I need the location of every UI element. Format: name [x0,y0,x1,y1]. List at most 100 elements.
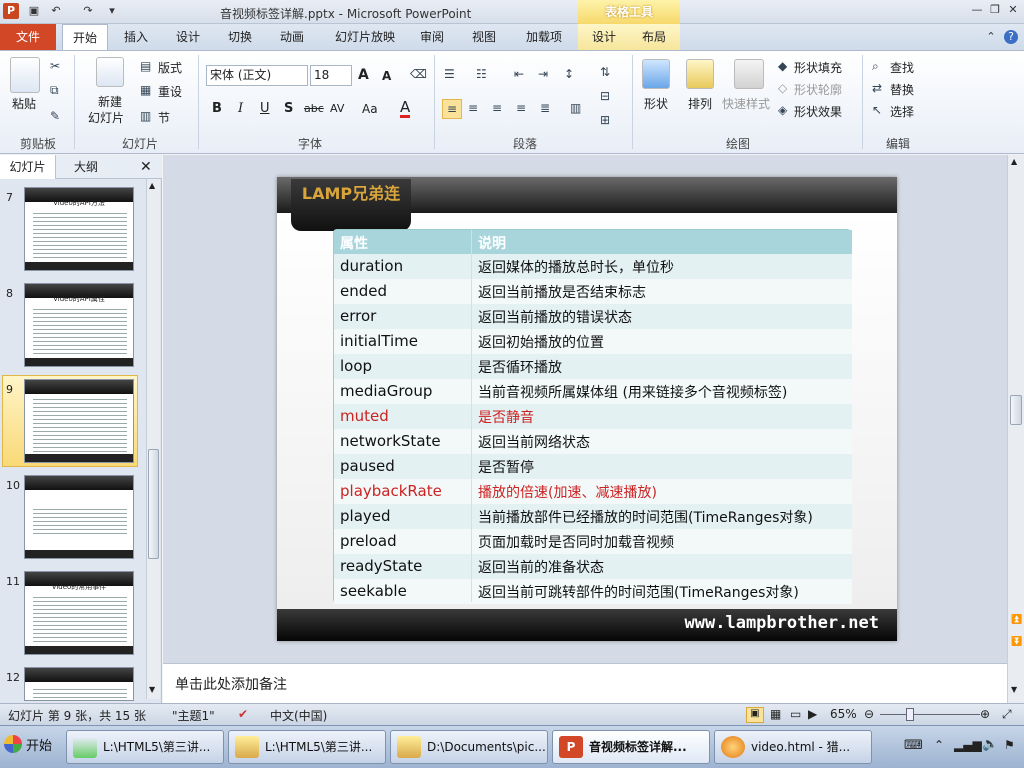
slide-thumbnail-11[interactable]: Video的常用事件 [24,571,134,655]
section-button[interactable]: 节 [158,109,170,126]
slide-thumbnail-9[interactable] [24,379,134,463]
zoom-slider[interactable] [880,714,980,715]
tab-addins[interactable]: 加载项 [518,24,570,50]
shape-fill-button[interactable]: 形状填充 [794,59,842,76]
table-row[interactable]: error 返回当前播放的错误状态 [334,304,852,329]
next-slide-icon[interactable]: ⏬ [1011,637,1022,647]
undo-icon[interactable]: ↶ [48,3,64,19]
tab-animations[interactable]: 动画 [272,24,312,50]
font-name-combo[interactable]: 宋体 (正文) [206,65,308,86]
text-direction-icon[interactable]: ⇅ [600,65,610,79]
powerpoint-app-icon[interactable]: P [3,3,19,19]
arrange-icon[interactable] [686,59,714,89]
network-icon[interactable]: ▂▄▆ [954,738,982,752]
align-right-icon[interactable]: ≡ [492,101,502,115]
previous-slide-icon[interactable]: ⏫ [1011,615,1022,625]
tab-slides[interactable]: 幻灯片 [0,155,56,179]
new-slide-button[interactable]: 新建 [98,93,122,110]
strikethrough-button[interactable]: abc [304,102,324,115]
find-button[interactable]: 查找 [890,59,914,76]
replace-icon[interactable]: ⇄ [872,81,882,95]
scroll-down-icon[interactable]: ▼ [149,685,155,694]
table-row[interactable]: played 当前播放部件已经播放的时间范围(TimeRanges对象) [334,504,852,529]
replace-button[interactable]: 替换 [890,81,914,98]
font-size-combo[interactable]: 18 [310,65,352,86]
keyboard-icon[interactable]: ⌨ [904,738,923,753]
line-spacing-icon[interactable]: ↕ [564,67,574,81]
shape-outline-button[interactable]: 形状轮廓 [794,81,842,98]
quick-styles-button[interactable]: 快速样式 [722,95,770,112]
bold-button[interactable]: B [212,101,222,116]
table-row[interactable]: paused 是否暂停 [334,454,852,479]
slide-thumbnail-8[interactable]: Video的API属性 [24,283,134,367]
layout-button[interactable]: 版式 [158,59,182,76]
slide-thumbnail-10[interactable] [24,475,134,559]
tab-view[interactable]: 视图 [464,24,504,50]
table-row[interactable]: duration 返回媒体的播放总时长，单位秒 [334,254,852,279]
notes-placeholder[interactable]: 单击此处添加备注 [175,674,287,694]
table-row[interactable]: playbackRate 播放的倍速(加速、减速播放) [334,479,852,504]
align-text-icon[interactable]: ⊟ [600,89,610,103]
zoom-out-icon[interactable]: ⊖ [864,707,874,721]
tab-insert[interactable]: 插入 [116,24,156,50]
flag-icon[interactable]: ⚑ [1004,738,1015,752]
language-status[interactable]: 中文(中国) [270,707,327,724]
table-row[interactable]: muted 是否静音 [334,404,852,429]
font-color-button[interactable]: A [400,99,411,118]
tab-review[interactable]: 审阅 [412,24,452,50]
change-case-button[interactable]: Aa [362,102,378,116]
italic-button[interactable]: I [238,101,243,116]
shape-outline-icon[interactable]: ◇ [778,81,787,95]
tab-table-layout[interactable]: 布局 [634,24,674,50]
underline-button[interactable]: U [260,101,270,116]
table-row[interactable]: loop 是否循环播放 [334,354,852,379]
shapes-button[interactable]: 形状 [644,95,668,112]
taskbar-item[interactable]: video.html - 猎... [714,730,872,764]
format-painter-icon[interactable]: ✎ [50,109,60,123]
tab-home[interactable]: 开始 [62,24,108,51]
scroll-thumb[interactable] [1010,395,1022,425]
align-center-icon[interactable]: ≡ [468,101,478,115]
align-left-icon[interactable]: ≡ [442,99,462,119]
paste-icon[interactable] [10,57,40,93]
columns-icon[interactable]: ▥ [570,101,581,115]
new-slide-icon[interactable] [96,57,124,87]
reset-icon[interactable]: ▦ [140,83,151,97]
grow-font-button[interactable]: A [358,67,369,83]
reading-view-icon[interactable]: ▭ [790,707,801,721]
justify-icon[interactable]: ≡ [516,101,526,115]
slides-panel-scrollbar[interactable]: ▲ ▼ [146,179,160,699]
theme-status[interactable]: "主题1" [172,707,215,724]
spellcheck-icon[interactable]: ✔ [238,707,248,721]
help-icon[interactable]: ? [1004,30,1018,44]
save-icon[interactable]: ▣ [26,3,42,19]
scroll-up-icon[interactable]: ▲ [1011,157,1017,166]
quick-styles-icon[interactable] [734,59,764,89]
notes-pane[interactable]: 单击此处添加备注 [163,663,1007,703]
tab-outline[interactable]: 大纲 [64,155,108,179]
normal-view-icon[interactable]: ▣ [746,707,764,723]
minimize-icon[interactable]: — [970,3,984,17]
table-row[interactable]: initialTime 返回初始播放的位置 [334,329,852,354]
select-icon[interactable]: ↖ [872,103,882,117]
paste-button[interactable]: 粘贴 [12,95,36,112]
taskbar-item[interactable]: L:\HTML5\第三讲... [66,730,224,764]
tab-transitions[interactable]: 切换 [220,24,260,50]
scroll-up-icon[interactable]: ▲ [149,181,155,190]
restore-icon[interactable]: ❐ [988,3,1002,17]
close-panel-icon[interactable]: ✕ [140,159,152,175]
minimize-ribbon-icon[interactable]: ⌃ [984,30,998,44]
fit-to-window-icon[interactable]: ⤢ [1002,707,1012,722]
clear-formatting-icon[interactable]: ⌫ [410,67,427,81]
table-row[interactable]: preload 页面加载时是否同时加载音视频 [334,529,852,554]
copy-icon[interactable]: ⧉ [50,83,59,98]
shapes-icon[interactable] [642,59,670,89]
decrease-indent-icon[interactable]: ⇤ [514,67,524,81]
slide-sorter-icon[interactable]: ▦ [770,707,781,721]
arrange-button[interactable]: 排列 [688,95,712,112]
slideshow-view-icon[interactable]: ▶ [808,707,817,721]
table-row[interactable]: readyState 返回当前的准备状态 [334,554,852,579]
tab-file[interactable]: 文件 [0,24,56,50]
increase-indent-icon[interactable]: ⇥ [538,67,548,81]
scroll-down-icon[interactable]: ▼ [1011,685,1017,694]
